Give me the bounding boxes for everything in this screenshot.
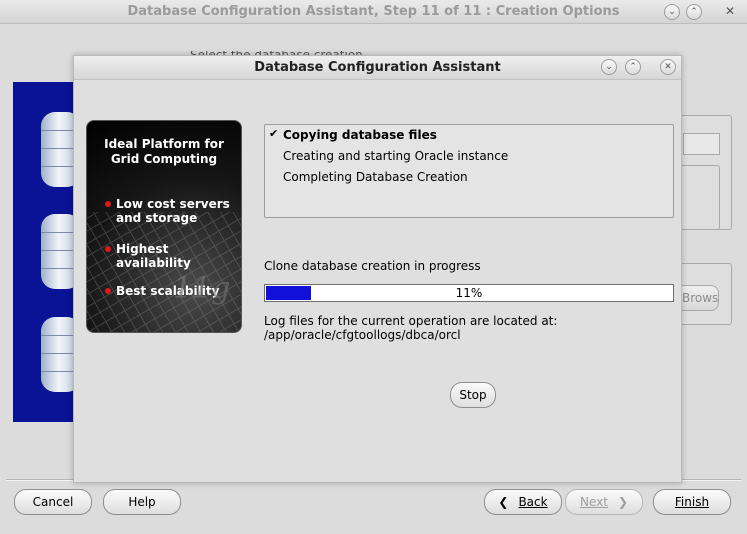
dialog-titlebar: Database Configuration Assistant ⌄ ⌃ ✕	[74, 56, 681, 80]
stop-button-label: Stop	[459, 388, 487, 402]
next-arrow-icon: ❯	[617, 495, 629, 509]
promo-item: Low cost servers	[116, 197, 230, 211]
back-arrow-icon: ❮	[498, 495, 509, 509]
promo-title: Ideal Platform for Grid Computing	[87, 137, 241, 167]
main-titlebar: Database Configuration Assistant, Step 1…	[0, 0, 747, 24]
log-info: Log files for the current operation are …	[264, 314, 557, 342]
main-window-title: Database Configuration Assistant, Step 1…	[127, 4, 620, 19]
next-button-label: Next	[579, 495, 608, 509]
step-item: Copying database files	[283, 128, 437, 142]
back-button-label: Back	[518, 495, 548, 509]
database-cylinder-icon	[41, 317, 75, 392]
next-button[interactable]: Next ❯	[565, 489, 643, 515]
main-left-graphic	[13, 82, 75, 422]
promo-item: and storage	[116, 211, 198, 225]
maximize-icon[interactable]: ⌃	[625, 59, 641, 75]
check-icon: ✔	[269, 127, 279, 140]
promo-item: Highest availability	[116, 242, 191, 270]
close-icon[interactable]: ✕	[722, 4, 738, 20]
progress-dialog: Database Configuration Assistant ⌄ ⌃ ✕ I…	[73, 55, 682, 483]
back-button[interactable]: ❮ Back	[484, 489, 562, 515]
maximize-icon[interactable]: ⌃	[686, 4, 702, 20]
bullet-icon	[105, 246, 111, 252]
minimize-icon[interactable]: ⌄	[601, 59, 617, 75]
bullet-icon	[105, 288, 111, 294]
finish-button-label: Finish	[674, 495, 710, 509]
steps-list: ✔ Copying database files Creating and st…	[264, 124, 674, 218]
main-text-field[interactable]	[683, 133, 720, 155]
oracle-11g-logo: 11g	[173, 271, 231, 306]
progress-label: Clone database creation in progress	[264, 259, 481, 273]
progress-percent: 11%	[455, 286, 483, 300]
browse-button[interactable]: Browse...	[677, 285, 719, 311]
close-icon[interactable]: ✕	[660, 59, 676, 75]
database-cylinder-icon	[41, 112, 75, 187]
help-button-label: Help	[128, 495, 156, 509]
database-cylinder-icon	[41, 214, 75, 289]
cancel-button-label: Cancel	[32, 495, 74, 509]
log-info-line1: Log files for the current operation are …	[264, 314, 558, 328]
stop-button[interactable]: Stop	[450, 382, 496, 408]
dialog-title: Database Configuration Assistant	[254, 60, 501, 75]
minimize-icon[interactable]: ⌄	[664, 4, 680, 20]
log-path: /app/oracle/cfgtoollogs/dbca/orcl	[264, 328, 461, 342]
help-button[interactable]: Help	[103, 489, 181, 515]
progress-bar: 11%	[264, 284, 674, 302]
promo-title-line1: Ideal Platform for	[104, 137, 224, 151]
cancel-button[interactable]: Cancel	[14, 489, 92, 515]
step-item: Creating and starting Oracle instance	[283, 149, 509, 163]
promo-panel: Ideal Platform for Grid Computing Low co…	[86, 120, 242, 333]
finish-button[interactable]: Finish	[653, 489, 731, 515]
promo-title-line2: Grid Computing	[110, 152, 218, 166]
step-item: Completing Database Creation	[283, 170, 468, 184]
bullet-icon	[105, 201, 111, 207]
